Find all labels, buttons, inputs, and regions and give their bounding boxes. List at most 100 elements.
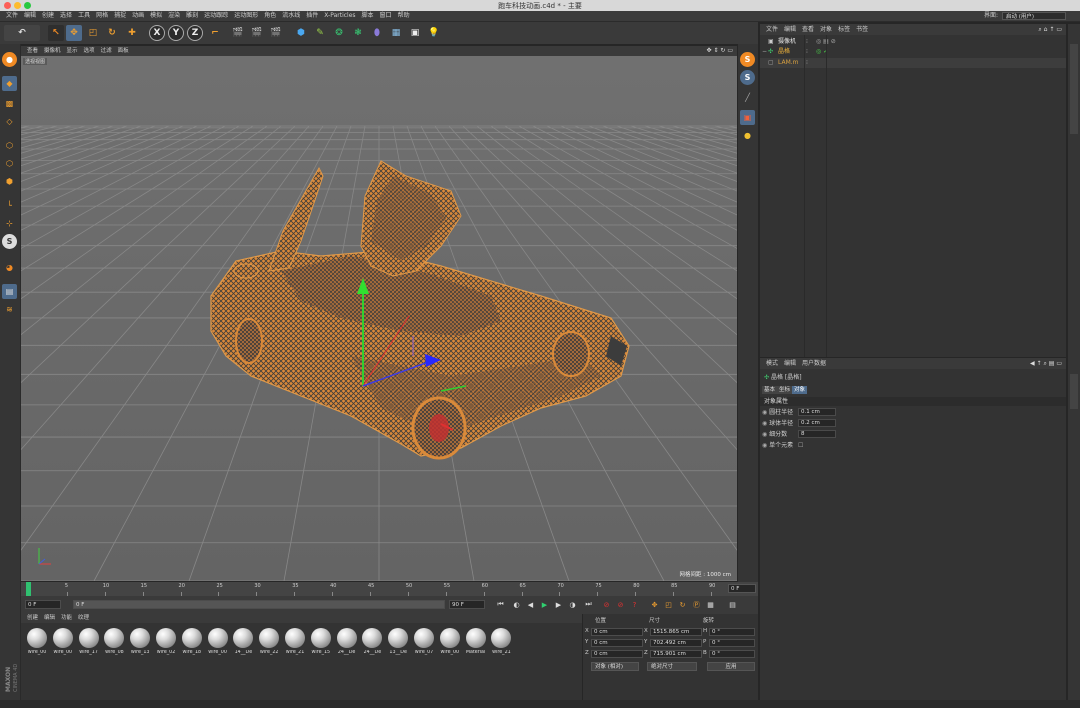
om-menu-item-1[interactable]: 编辑 xyxy=(784,24,796,35)
keyframe-selection-button[interactable]: ? xyxy=(629,599,640,610)
size-field[interactable]: 1515.865 cm xyxy=(650,628,702,636)
am-menu-item-0[interactable]: 模式 xyxy=(766,358,778,369)
add-deformer-button[interactable]: ⬮ xyxy=(369,25,385,41)
material-swatch[interactable]: wire_21 xyxy=(283,628,307,655)
play-button[interactable]: ▶ xyxy=(539,599,550,610)
om-menu-item-3[interactable]: 对象 xyxy=(820,24,832,35)
subdivision-field[interactable]: 8 xyxy=(798,430,836,438)
menu-item-18[interactable]: 窗口 xyxy=(380,11,392,21)
om-menu-item-5[interactable]: 书签 xyxy=(856,24,868,35)
menu-item-11[interactable]: 运动跟踪 xyxy=(204,11,228,21)
layers-button[interactable]: ≋ xyxy=(2,302,17,317)
tab-basic[interactable]: 基本 xyxy=(762,386,778,394)
viewport-nav-icons[interactable]: ✥ ⇕ ↻ ▭ xyxy=(707,46,733,56)
coordinate-mode-select[interactable]: 对象 (相对) xyxy=(591,662,639,671)
prev-key-button[interactable]: ◐ xyxy=(511,599,522,610)
menu-item-19[interactable]: 帮助 xyxy=(398,11,410,21)
mm-menu-item-3[interactable]: 纹理 xyxy=(78,614,89,623)
animate-dot-icon[interactable]: ◉ xyxy=(762,431,767,438)
om-menu-item-4[interactable]: 标签 xyxy=(838,24,850,35)
menu-item-17[interactable]: 脚本 xyxy=(362,11,374,21)
menu-item-14[interactable]: 流水线 xyxy=(282,11,300,21)
menu-item-1[interactable]: 编辑 xyxy=(24,11,36,21)
add-floor-button[interactable]: ▦ xyxy=(388,25,404,41)
visibility-dots[interactable]: ⁝ xyxy=(806,47,808,57)
current-frame-field[interactable]: 0 F xyxy=(25,600,61,609)
material-swatch[interactable]: Material xyxy=(464,628,488,655)
menu-item-5[interactable]: 网格 xyxy=(96,11,108,21)
layout-select[interactable]: 启动 (用户) xyxy=(1002,12,1066,20)
mm-menu-item-2[interactable]: 功能 xyxy=(61,614,72,623)
mm-menu-item-0[interactable]: 创建 xyxy=(27,614,38,623)
position-field[interactable]: 0 cm xyxy=(591,628,643,636)
am-nav-icons[interactable]: ◀ ↑ ⌕ ▤ ▭ xyxy=(1030,358,1062,369)
position-field[interactable]: 0 cm xyxy=(591,650,643,658)
rotate-tool-button[interactable]: ↻ xyxy=(104,25,120,41)
s-tool-orange-button[interactable]: S xyxy=(740,52,755,67)
object-row-camera[interactable]: ▣ 摄像机 ⁝ ◎ ▤ ⊘ xyxy=(760,37,1066,47)
rotation-field[interactable]: 0 ° xyxy=(709,639,755,647)
rotation-field[interactable]: 0 ° xyxy=(709,628,755,636)
material-swatch[interactable]: wire_00 xyxy=(51,628,75,655)
menu-item-7[interactable]: 动画 xyxy=(132,11,144,21)
menu-item-9[interactable]: 渲染 xyxy=(168,11,180,21)
add-camera-button[interactable]: ▣ xyxy=(407,25,423,41)
material-swatch[interactable]: 24__De xyxy=(360,628,384,655)
x-axis-button[interactable]: X xyxy=(149,25,165,41)
tab-coordinates[interactable]: 坐标 xyxy=(777,386,793,394)
menu-item-6[interactable]: 捕捉 xyxy=(114,11,126,21)
viewport-camera-label[interactable]: 透视视图 xyxy=(23,58,48,65)
menu-item-4[interactable]: 工具 xyxy=(78,11,90,21)
om-menu-item-0[interactable]: 文件 xyxy=(766,24,778,35)
material-swatch[interactable]: wire_15 xyxy=(309,628,333,655)
rotation-field[interactable]: 0 ° xyxy=(709,650,755,658)
cylinder-radius-field[interactable]: 0.1 cm xyxy=(798,408,836,416)
snap-button[interactable]: S xyxy=(2,234,17,249)
render-view-button[interactable]: 🎬 xyxy=(230,25,246,41)
material-swatch[interactable]: wire_17 xyxy=(77,628,101,655)
single-element-checkbox[interactable]: ☐ xyxy=(798,441,803,450)
viewport-menu-item-1[interactable]: 摄像机 xyxy=(44,46,61,56)
material-swatch[interactable]: 14__De xyxy=(231,628,255,655)
go-to-end-button[interactable]: ⏭ xyxy=(583,599,594,610)
material-swatch[interactable]: 24__De xyxy=(335,628,359,655)
z-axis-button[interactable]: Z xyxy=(187,25,203,41)
timeline-layout-button[interactable]: ▤ xyxy=(727,599,738,610)
end-frame-range-field[interactable]: 90 F xyxy=(449,600,485,609)
size-field[interactable]: 702.492 cm xyxy=(650,639,702,647)
material-swatch[interactable]: 13__De xyxy=(386,628,410,655)
light-axis-button[interactable]: ● xyxy=(740,128,755,143)
menu-item-3[interactable]: 选择 xyxy=(60,11,72,21)
polygons-mode-button[interactable]: ⬢ xyxy=(2,174,17,189)
side-tab-attributes[interactable] xyxy=(1070,374,1078,409)
material-swatch[interactable]: wire_08 xyxy=(102,628,126,655)
animate-dot-icon[interactable]: ◉ xyxy=(762,409,767,416)
make-editable-button[interactable]: ● xyxy=(2,52,17,67)
menu-item-13[interactable]: 角色 xyxy=(264,11,276,21)
add-array-button[interactable]: ❃ xyxy=(350,25,366,41)
om-search-home-icons[interactable]: ⌕ ⌂ ↑ ▭ xyxy=(1038,24,1062,35)
render-settings-button[interactable]: 🎬 xyxy=(268,25,284,41)
menu-item-0[interactable]: 文件 xyxy=(6,11,18,21)
grid-snap-button[interactable]: ▤ xyxy=(2,284,17,299)
tab-object[interactable]: 对象 xyxy=(792,386,808,394)
render-picture-viewer-button[interactable]: 🎬 xyxy=(249,25,265,41)
coordinate-system-button[interactable]: ⌐ xyxy=(207,25,223,41)
add-nurbs-button[interactable]: ❂ xyxy=(331,25,347,41)
animate-dot-icon[interactable]: ◉ xyxy=(762,420,767,427)
3d-viewport[interactable]: 透视视图 网格间距 : 1000 cm xyxy=(21,56,737,581)
go-to-start-button[interactable]: ⏮ xyxy=(495,599,506,610)
viewport-menu-item-4[interactable]: 过滤 xyxy=(101,46,112,56)
material-swatch[interactable]: wire_22 xyxy=(257,628,281,655)
live-select-button[interactable]: ↖ xyxy=(48,25,64,41)
brush-tool-button[interactable]: ╱ xyxy=(740,90,755,105)
am-menu-item-1[interactable]: 编辑 xyxy=(784,358,796,369)
tweak-mode-button[interactable]: ⊹ xyxy=(2,216,17,231)
material-swatch[interactable]: wire_18 xyxy=(180,628,204,655)
viewport-menu-item-3[interactable]: 选项 xyxy=(84,46,95,56)
texture-mode-button[interactable]: ▩ xyxy=(2,96,17,111)
viewport-menu-item-0[interactable]: 查看 xyxy=(27,46,38,56)
menu-item-15[interactable]: 插件 xyxy=(306,11,318,21)
apply-button[interactable]: 应用 xyxy=(707,662,755,671)
material-swatch[interactable]: wire_07 xyxy=(412,628,436,655)
